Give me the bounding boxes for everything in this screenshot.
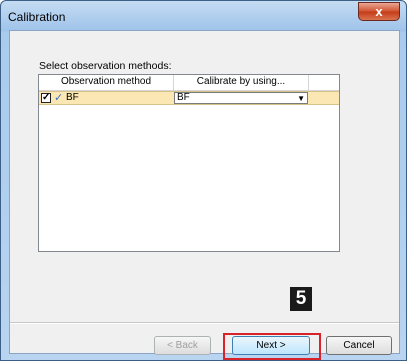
back-button-label: < Back	[167, 340, 198, 351]
calibration-dialog: Calibration x Select observation methods…	[0, 0, 407, 361]
window-title: Calibration	[8, 10, 66, 24]
close-icon: x	[375, 4, 383, 19]
chevron-down-icon: ▼	[297, 94, 305, 103]
list-header: Observation method Calibrate by using...	[39, 75, 339, 91]
next-button[interactable]: Next >	[232, 336, 310, 355]
method-name: BF	[66, 92, 79, 103]
select-methods-label: Select observation methods:	[39, 60, 172, 72]
step-badge: 5	[290, 287, 312, 311]
footer-divider	[10, 322, 399, 324]
calibrate-by-value: BF	[177, 92, 190, 103]
back-button[interactable]: < Back	[154, 336, 211, 355]
close-button[interactable]: x	[358, 2, 400, 21]
checkmark-icon: ✓	[54, 92, 64, 104]
method-checkbox[interactable]: ✓	[41, 93, 51, 103]
cancel-button-label: Cancel	[343, 340, 375, 351]
list-item[interactable]: ✓ ✓ BF BF ▼	[39, 91, 339, 105]
calibrate-by-dropdown[interactable]: BF ▼	[174, 92, 308, 104]
column-header-calibrate-by[interactable]: Calibrate by using...	[174, 75, 309, 90]
column-header-observation-method[interactable]: Observation method	[39, 75, 174, 90]
dialog-body: Select observation methods: Observation …	[9, 30, 400, 360]
cancel-button[interactable]: Cancel	[326, 336, 392, 355]
next-button-label: Next >	[256, 340, 286, 351]
observation-methods-list[interactable]: Observation method Calibrate by using...…	[38, 74, 340, 252]
